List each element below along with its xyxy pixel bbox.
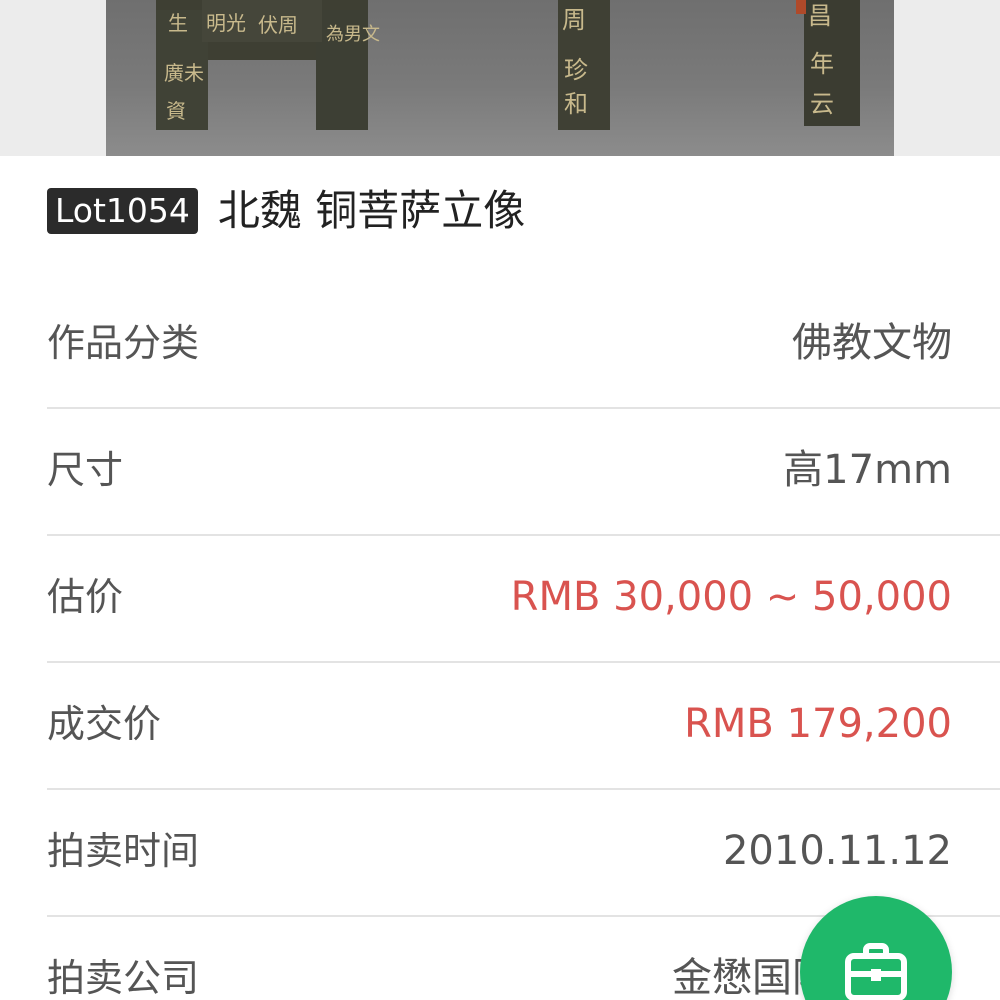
inscription: 周 bbox=[562, 6, 586, 34]
inscription: 年 bbox=[810, 50, 834, 78]
inscription: 生 bbox=[168, 11, 188, 35]
inscription: 和 bbox=[564, 90, 588, 118]
lot-details-list: 作品分类 佛教文物 尺寸 高17mm 估价 RMB 30,000 ~ 50,00… bbox=[47, 282, 1000, 1000]
lot-number-badge: Lot1054 bbox=[47, 188, 198, 234]
inscription: 明光 bbox=[206, 11, 246, 35]
detail-value: 高17mm bbox=[783, 447, 952, 493]
detail-value: 佛教文物 bbox=[792, 320, 952, 366]
inscription: 昌 bbox=[808, 2, 832, 30]
inscription: 云 bbox=[810, 90, 834, 118]
inscription: 廣未 bbox=[164, 61, 204, 85]
detail-label: 估价 bbox=[47, 575, 124, 619]
estimate-price-value: RMB 30,000 ~ 50,000 bbox=[510, 574, 952, 620]
photo-band: 生 明光 伏周 為男文 廣未 資 周 珍 和 昌 年 云 bbox=[0, 0, 1000, 156]
detail-label: 作品分类 bbox=[47, 321, 200, 365]
detail-label: 拍卖时间 bbox=[47, 829, 200, 873]
artwork-image: 生 明光 伏周 為男文 廣未 資 周 珍 和 昌 年 云 bbox=[156, 0, 860, 130]
inscription: 資 bbox=[166, 99, 186, 123]
detail-row-estimate: 估价 RMB 30,000 ~ 50,000 bbox=[47, 536, 1000, 663]
detail-row-hammer-price: 成交价 RMB 179,200 bbox=[47, 663, 1000, 790]
detail-label: 成交价 bbox=[47, 702, 162, 746]
detail-label: 拍卖公司 bbox=[47, 956, 200, 1000]
inscription: 為男文 bbox=[326, 24, 380, 45]
lot-title: 北魏 铜菩萨立像 bbox=[217, 186, 526, 235]
lot-detail-page: 生 明光 伏周 為男文 廣未 資 周 珍 和 昌 年 云 Lot1054 北魏 … bbox=[0, 0, 1000, 1000]
detail-row-category: 作品分类 佛教文物 bbox=[47, 282, 1000, 409]
inscription: 珍 bbox=[564, 56, 588, 84]
detail-row-size: 尺寸 高17mm bbox=[47, 409, 1000, 536]
briefcase-icon bbox=[845, 943, 907, 1000]
lot-title-row: Lot1054 北魏 铜菩萨立像 bbox=[47, 186, 525, 236]
inscription: 伏周 bbox=[258, 13, 298, 37]
hammer-price-value: RMB 179,200 bbox=[684, 701, 952, 747]
detail-label: 尺寸 bbox=[47, 448, 124, 492]
artwork-photo[interactable]: 生 明光 伏周 為男文 廣未 資 周 珍 和 昌 年 云 bbox=[106, 0, 894, 156]
detail-value: 2010.11.12 bbox=[722, 828, 952, 874]
